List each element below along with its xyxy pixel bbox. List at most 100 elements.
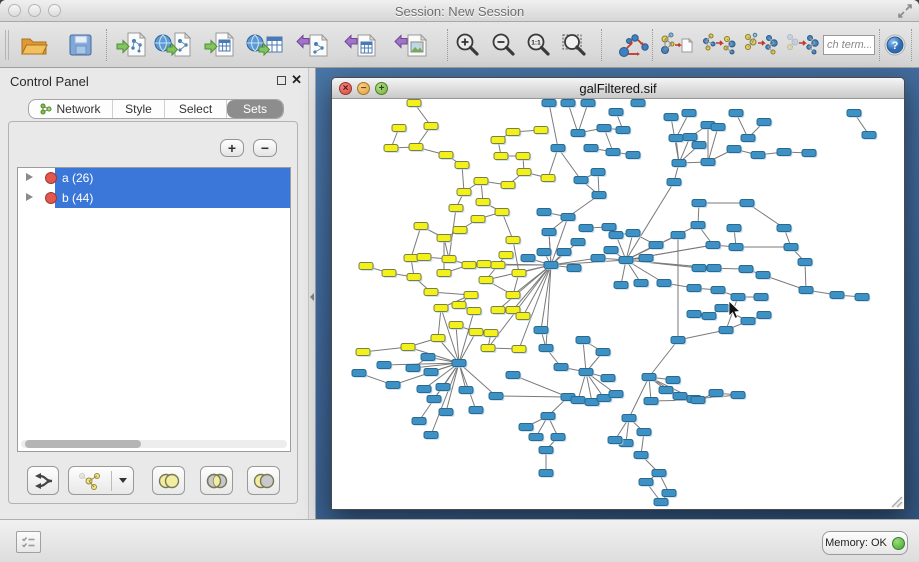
- graph-node[interactable]: [427, 396, 441, 403]
- graph-node[interactable]: [606, 149, 620, 156]
- apply-layout-button[interactable]: [613, 27, 655, 63]
- network-from-selection-file-button[interactable]: [658, 27, 694, 63]
- graph-node[interactable]: [784, 244, 798, 251]
- expander-icon[interactable]: [26, 193, 33, 201]
- graph-node[interactable]: [654, 499, 668, 506]
- graph-node[interactable]: [574, 177, 588, 184]
- graph-node[interactable]: [551, 145, 565, 152]
- graph-node[interactable]: [406, 365, 420, 372]
- graph-node[interactable]: [539, 470, 553, 477]
- export-image-button[interactable]: [392, 27, 430, 63]
- graph-node[interactable]: [631, 100, 645, 107]
- graph-node[interactable]: [649, 242, 663, 249]
- horizontal-scrollbar[interactable]: [21, 440, 287, 448]
- graph-node[interactable]: [384, 145, 398, 152]
- graph-node[interactable]: [664, 114, 678, 121]
- graph-node[interactable]: [401, 344, 415, 351]
- graph-node[interactable]: [506, 129, 520, 136]
- graph-node[interactable]: [537, 209, 551, 216]
- list-item-set-a[interactable]: a (26): [18, 168, 290, 188]
- graph-node[interactable]: [777, 225, 791, 232]
- graph-node[interactable]: [754, 294, 768, 301]
- graph-node[interactable]: [591, 255, 605, 262]
- graph-node[interactable]: [491, 262, 505, 269]
- graph-node[interactable]: [554, 364, 568, 371]
- graph-node[interactable]: [534, 327, 548, 334]
- graph-node[interactable]: [561, 214, 575, 221]
- graph-node[interactable]: [691, 397, 705, 404]
- graph-node[interactable]: [412, 418, 426, 425]
- graph-node[interactable]: [626, 152, 640, 159]
- graph-node[interactable]: [424, 432, 438, 439]
- graph-node[interactable]: [476, 199, 490, 206]
- graph-node[interactable]: [777, 149, 791, 156]
- graph-node[interactable]: [741, 318, 755, 325]
- tab-network[interactable]: Network: [29, 100, 113, 118]
- graph-node[interactable]: [756, 272, 770, 279]
- graph-node[interactable]: [442, 256, 456, 263]
- graph-node[interactable]: [539, 447, 553, 454]
- graph-node[interactable]: [634, 452, 648, 459]
- graph-node[interactable]: [671, 337, 685, 344]
- title-bar[interactable]: Session: New Session: [0, 0, 919, 22]
- graph-node[interactable]: [847, 110, 861, 117]
- import-table-file-button[interactable]: [204, 27, 236, 63]
- memory-status-button[interactable]: Memory: OK: [822, 531, 908, 555]
- graph-node[interactable]: [862, 132, 876, 139]
- graph-node[interactable]: [692, 265, 706, 272]
- graph-node[interactable]: [602, 224, 616, 231]
- graph-node[interactable]: [453, 227, 467, 234]
- graph-node[interactable]: [356, 349, 370, 356]
- graph-node[interactable]: [639, 255, 653, 262]
- graph-node[interactable]: [634, 280, 648, 287]
- graph-node[interactable]: [414, 223, 428, 230]
- network-from-selection-2-button[interactable]: [700, 27, 738, 63]
- graph-node[interactable]: [683, 134, 697, 141]
- graph-node[interactable]: [719, 327, 733, 334]
- graph-node[interactable]: [417, 254, 431, 261]
- graph-node[interactable]: [464, 292, 478, 299]
- scrollbar-thumb[interactable]: [25, 440, 141, 448]
- graph-node[interactable]: [687, 311, 701, 318]
- graph-node[interactable]: [452, 360, 466, 367]
- graph-node[interactable]: [579, 225, 593, 232]
- graph-node[interactable]: [557, 249, 571, 256]
- expander-icon[interactable]: [26, 173, 33, 181]
- graph-node[interactable]: [622, 415, 636, 422]
- graph-node[interactable]: [516, 153, 530, 160]
- graph-node[interactable]: [644, 398, 658, 405]
- fullscreen-icon[interactable]: [897, 3, 913, 19]
- graph-node[interactable]: [592, 192, 606, 199]
- graph-node[interactable]: [459, 387, 473, 394]
- graph-node[interactable]: [571, 239, 585, 246]
- graph-node[interactable]: [609, 109, 623, 116]
- graph-node[interactable]: [431, 335, 445, 342]
- import-network-file-button[interactable]: [116, 27, 148, 63]
- graph-node[interactable]: [541, 175, 555, 182]
- graph-node[interactable]: [584, 145, 598, 152]
- graph-node[interactable]: [616, 127, 630, 134]
- graph-node[interactable]: [608, 437, 622, 444]
- graph-node[interactable]: [494, 153, 508, 160]
- graph-node[interactable]: [757, 312, 771, 319]
- graph-node[interactable]: [666, 377, 680, 384]
- graph-node[interactable]: [392, 125, 406, 132]
- graph-node[interactable]: [377, 362, 391, 369]
- graph-node[interactable]: [579, 369, 593, 376]
- graph-node[interactable]: [701, 159, 715, 166]
- graph-node[interactable]: [604, 247, 618, 254]
- graph-node[interactable]: [467, 308, 481, 315]
- graph-node[interactable]: [639, 479, 653, 486]
- graph-node[interactable]: [711, 124, 725, 131]
- graph-node[interactable]: [541, 413, 555, 420]
- graph-node[interactable]: [855, 294, 869, 301]
- graph-node[interactable]: [561, 100, 575, 107]
- create-set-icon-area[interactable]: [69, 472, 111, 490]
- graph-node[interactable]: [741, 135, 755, 142]
- graph-node[interactable]: [637, 429, 651, 436]
- graph-node[interactable]: [682, 110, 696, 117]
- graph-node[interactable]: [407, 274, 421, 281]
- zoom-fit-button[interactable]: [560, 27, 590, 63]
- export-network-button[interactable]: [296, 27, 330, 63]
- zoom-actual-size-button[interactable]: 1:1: [525, 27, 553, 63]
